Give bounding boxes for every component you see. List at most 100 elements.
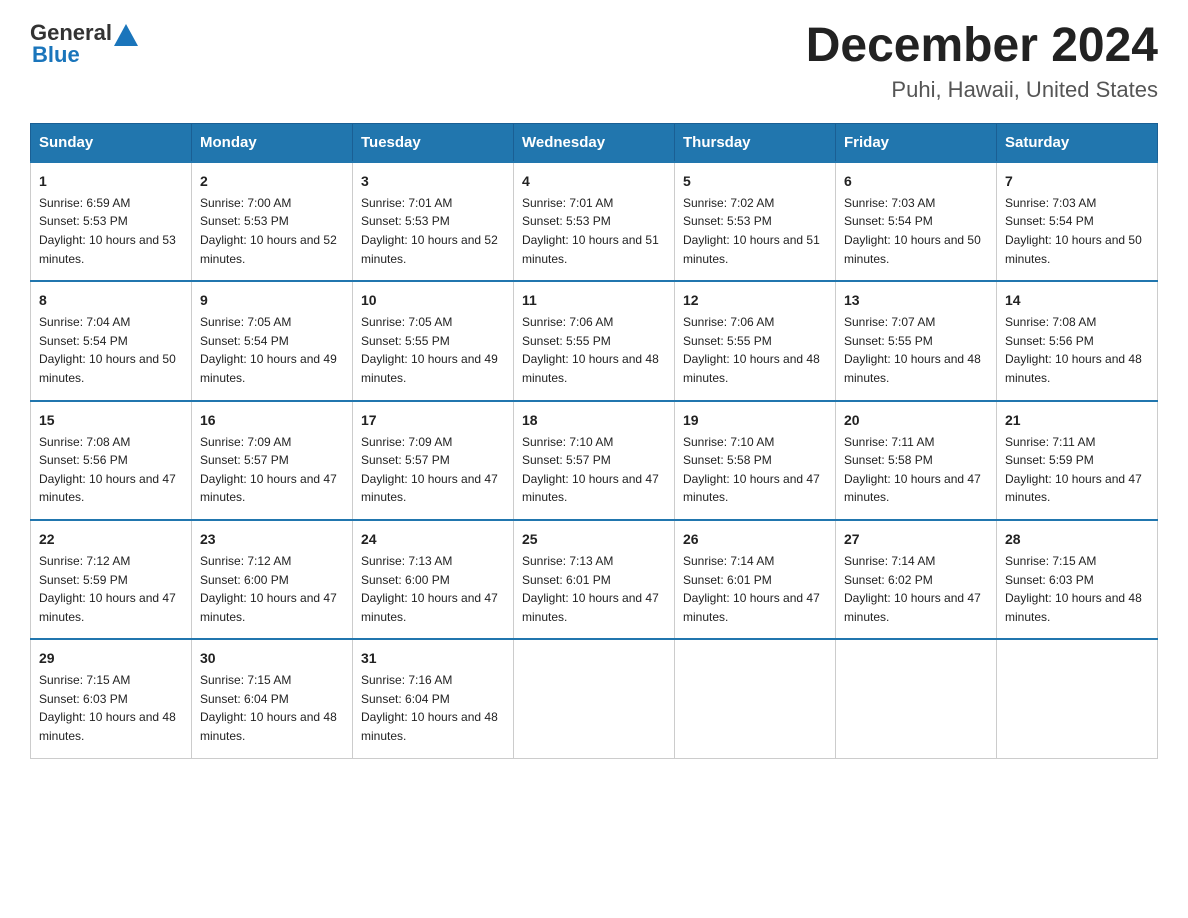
header-sunday: Sunday [31, 123, 192, 162]
page-header: General Blue December 2024 Puhi, Hawaii,… [30, 20, 1158, 103]
calendar-cell: 11Sunrise: 7:06 AM Sunset: 5:55 PM Dayli… [514, 281, 675, 400]
day-info: Sunrise: 7:03 AM Sunset: 5:54 PM Dayligh… [1005, 194, 1149, 268]
day-info: Sunrise: 7:09 AM Sunset: 5:57 PM Dayligh… [200, 433, 344, 507]
logo-blue-text: Blue [32, 42, 80, 68]
calendar-cell: 10Sunrise: 7:05 AM Sunset: 5:55 PM Dayli… [353, 281, 514, 400]
day-info: Sunrise: 7:03 AM Sunset: 5:54 PM Dayligh… [844, 194, 988, 268]
day-number: 31 [361, 648, 505, 669]
logo-triangle-icon [114, 24, 138, 46]
day-number: 14 [1005, 290, 1149, 311]
header-monday: Monday [192, 123, 353, 162]
calendar-cell: 31Sunrise: 7:16 AM Sunset: 6:04 PM Dayli… [353, 639, 514, 758]
calendar-cell: 8Sunrise: 7:04 AM Sunset: 5:54 PM Daylig… [31, 281, 192, 400]
day-number: 19 [683, 410, 827, 431]
calendar-week-row: 29Sunrise: 7:15 AM Sunset: 6:03 PM Dayli… [31, 639, 1158, 758]
day-number: 1 [39, 171, 183, 192]
calendar-cell: 29Sunrise: 7:15 AM Sunset: 6:03 PM Dayli… [31, 639, 192, 758]
day-number: 8 [39, 290, 183, 311]
title-block: December 2024 Puhi, Hawaii, United State… [806, 20, 1158, 103]
calendar-cell: 27Sunrise: 7:14 AM Sunset: 6:02 PM Dayli… [836, 520, 997, 639]
calendar-cell: 21Sunrise: 7:11 AM Sunset: 5:59 PM Dayli… [997, 401, 1158, 520]
header-thursday: Thursday [675, 123, 836, 162]
day-info: Sunrise: 7:01 AM Sunset: 5:53 PM Dayligh… [522, 194, 666, 268]
calendar-cell: 9Sunrise: 7:05 AM Sunset: 5:54 PM Daylig… [192, 281, 353, 400]
day-number: 22 [39, 529, 183, 550]
day-info: Sunrise: 7:13 AM Sunset: 6:00 PM Dayligh… [361, 552, 505, 626]
day-info: Sunrise: 7:14 AM Sunset: 6:01 PM Dayligh… [683, 552, 827, 626]
day-number: 18 [522, 410, 666, 431]
day-info: Sunrise: 7:10 AM Sunset: 5:57 PM Dayligh… [522, 433, 666, 507]
calendar-cell [675, 639, 836, 758]
day-number: 2 [200, 171, 344, 192]
header-tuesday: Tuesday [353, 123, 514, 162]
day-number: 23 [200, 529, 344, 550]
day-info: Sunrise: 7:15 AM Sunset: 6:03 PM Dayligh… [39, 671, 183, 745]
day-number: 21 [1005, 410, 1149, 431]
day-number: 24 [361, 529, 505, 550]
day-number: 25 [522, 529, 666, 550]
calendar-cell: 22Sunrise: 7:12 AM Sunset: 5:59 PM Dayli… [31, 520, 192, 639]
calendar-cell: 16Sunrise: 7:09 AM Sunset: 5:57 PM Dayli… [192, 401, 353, 520]
day-number: 30 [200, 648, 344, 669]
calendar-cell: 25Sunrise: 7:13 AM Sunset: 6:01 PM Dayli… [514, 520, 675, 639]
calendar-cell: 12Sunrise: 7:06 AM Sunset: 5:55 PM Dayli… [675, 281, 836, 400]
calendar-cell: 20Sunrise: 7:11 AM Sunset: 5:58 PM Dayli… [836, 401, 997, 520]
calendar-header-row: SundayMondayTuesdayWednesdayThursdayFrid… [31, 123, 1158, 162]
calendar-cell [514, 639, 675, 758]
day-info: Sunrise: 7:06 AM Sunset: 5:55 PM Dayligh… [522, 313, 666, 387]
day-number: 27 [844, 529, 988, 550]
header-wednesday: Wednesday [514, 123, 675, 162]
day-number: 3 [361, 171, 505, 192]
day-info: Sunrise: 7:16 AM Sunset: 6:04 PM Dayligh… [361, 671, 505, 745]
calendar-cell: 6Sunrise: 7:03 AM Sunset: 5:54 PM Daylig… [836, 162, 997, 281]
day-info: Sunrise: 7:07 AM Sunset: 5:55 PM Dayligh… [844, 313, 988, 387]
day-info: Sunrise: 7:15 AM Sunset: 6:04 PM Dayligh… [200, 671, 344, 745]
day-info: Sunrise: 7:05 AM Sunset: 5:55 PM Dayligh… [361, 313, 505, 387]
calendar-cell: 2Sunrise: 7:00 AM Sunset: 5:53 PM Daylig… [192, 162, 353, 281]
day-info: Sunrise: 7:11 AM Sunset: 5:59 PM Dayligh… [1005, 433, 1149, 507]
day-info: Sunrise: 7:14 AM Sunset: 6:02 PM Dayligh… [844, 552, 988, 626]
day-info: Sunrise: 7:09 AM Sunset: 5:57 PM Dayligh… [361, 433, 505, 507]
calendar-cell: 18Sunrise: 7:10 AM Sunset: 5:57 PM Dayli… [514, 401, 675, 520]
day-number: 6 [844, 171, 988, 192]
day-number: 10 [361, 290, 505, 311]
day-info: Sunrise: 7:15 AM Sunset: 6:03 PM Dayligh… [1005, 552, 1149, 626]
day-info: Sunrise: 7:10 AM Sunset: 5:58 PM Dayligh… [683, 433, 827, 507]
calendar-title: December 2024 [806, 20, 1158, 73]
calendar-cell: 15Sunrise: 7:08 AM Sunset: 5:56 PM Dayli… [31, 401, 192, 520]
header-friday: Friday [836, 123, 997, 162]
day-number: 9 [200, 290, 344, 311]
calendar-cell: 7Sunrise: 7:03 AM Sunset: 5:54 PM Daylig… [997, 162, 1158, 281]
day-info: Sunrise: 7:01 AM Sunset: 5:53 PM Dayligh… [361, 194, 505, 268]
day-number: 7 [1005, 171, 1149, 192]
calendar-cell: 17Sunrise: 7:09 AM Sunset: 5:57 PM Dayli… [353, 401, 514, 520]
day-number: 17 [361, 410, 505, 431]
calendar-cell: 5Sunrise: 7:02 AM Sunset: 5:53 PM Daylig… [675, 162, 836, 281]
day-number: 20 [844, 410, 988, 431]
calendar-cell: 26Sunrise: 7:14 AM Sunset: 6:01 PM Dayli… [675, 520, 836, 639]
calendar-cell [997, 639, 1158, 758]
day-number: 13 [844, 290, 988, 311]
calendar-cell: 1Sunrise: 6:59 AM Sunset: 5:53 PM Daylig… [31, 162, 192, 281]
calendar-table: SundayMondayTuesdayWednesdayThursdayFrid… [30, 123, 1158, 759]
day-info: Sunrise: 7:12 AM Sunset: 5:59 PM Dayligh… [39, 552, 183, 626]
calendar-week-row: 1Sunrise: 6:59 AM Sunset: 5:53 PM Daylig… [31, 162, 1158, 281]
day-number: 5 [683, 171, 827, 192]
calendar-cell: 30Sunrise: 7:15 AM Sunset: 6:04 PM Dayli… [192, 639, 353, 758]
calendar-cell: 24Sunrise: 7:13 AM Sunset: 6:00 PM Dayli… [353, 520, 514, 639]
calendar-cell: 14Sunrise: 7:08 AM Sunset: 5:56 PM Dayli… [997, 281, 1158, 400]
day-number: 28 [1005, 529, 1149, 550]
calendar-week-row: 15Sunrise: 7:08 AM Sunset: 5:56 PM Dayli… [31, 401, 1158, 520]
calendar-cell: 19Sunrise: 7:10 AM Sunset: 5:58 PM Dayli… [675, 401, 836, 520]
day-info: Sunrise: 7:08 AM Sunset: 5:56 PM Dayligh… [1005, 313, 1149, 387]
day-info: Sunrise: 7:05 AM Sunset: 5:54 PM Dayligh… [200, 313, 344, 387]
logo: General Blue [30, 20, 140, 68]
calendar-week-row: 8Sunrise: 7:04 AM Sunset: 5:54 PM Daylig… [31, 281, 1158, 400]
day-info: Sunrise: 7:08 AM Sunset: 5:56 PM Dayligh… [39, 433, 183, 507]
day-number: 26 [683, 529, 827, 550]
calendar-cell: 28Sunrise: 7:15 AM Sunset: 6:03 PM Dayli… [997, 520, 1158, 639]
calendar-cell: 13Sunrise: 7:07 AM Sunset: 5:55 PM Dayli… [836, 281, 997, 400]
day-number: 16 [200, 410, 344, 431]
day-number: 29 [39, 648, 183, 669]
day-number: 15 [39, 410, 183, 431]
